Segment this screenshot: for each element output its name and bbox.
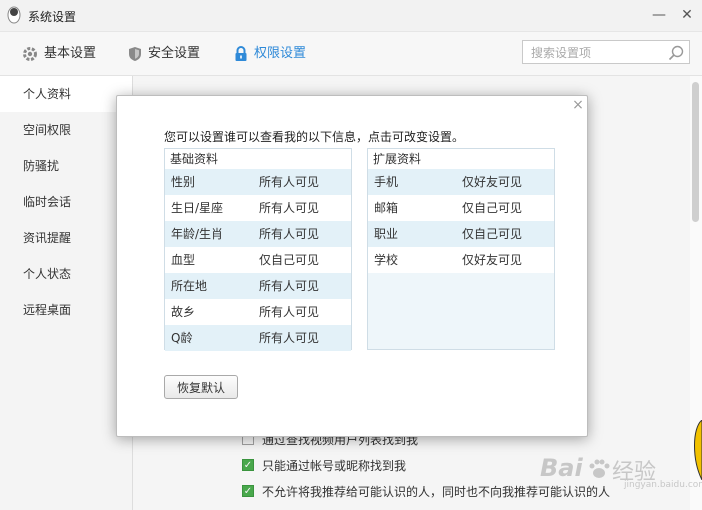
- visibility-row-email[interactable]: 邮箱 仅自己可见: [368, 195, 554, 221]
- visibility-value[interactable]: 仅好友可见: [462, 169, 522, 195]
- dialog-intro-text: 您可以设置谁可以查看我的以下信息，点击可改变设置。: [164, 130, 465, 144]
- field-name: 邮箱: [374, 201, 399, 215]
- visibility-row-occupation[interactable]: 职业 仅自己可见: [368, 221, 554, 247]
- panel-header: 扩展资料: [368, 149, 554, 169]
- field-name: 所在地: [171, 279, 208, 293]
- field-name: 故乡: [171, 305, 196, 319]
- visibility-value[interactable]: 所有人可见: [259, 195, 319, 221]
- gear-icon: [23, 46, 37, 61]
- profile-visibility-dialog: × 您可以设置谁可以查看我的以下信息，点击可改变设置。 基础资料 性别 所有人可…: [116, 95, 588, 437]
- visibility-value[interactable]: 所有人可见: [259, 221, 319, 247]
- visibility-value[interactable]: 所有人可见: [259, 169, 319, 195]
- restore-defaults-button[interactable]: 恢复默认: [164, 375, 238, 399]
- field-name: 年龄/生肖: [171, 227, 224, 241]
- visibility-row-age[interactable]: 年龄/生肖 所有人可见: [165, 221, 351, 247]
- visibility-row-blood-type[interactable]: 血型 仅自己可见: [165, 247, 351, 273]
- window-title: 系统设置: [28, 10, 77, 24]
- sidebar-item-personal-status[interactable]: 个人状态: [0, 256, 132, 292]
- visibility-value[interactable]: 所有人可见: [259, 325, 319, 351]
- scrollbar-thumb[interactable]: [692, 82, 699, 222]
- tab-permission-settings[interactable]: 权限设置: [234, 44, 306, 64]
- minimize-button[interactable]: —: [648, 4, 670, 26]
- sidebar-item-news-alerts[interactable]: 资讯提醒: [0, 220, 132, 256]
- paw-icon: [589, 459, 610, 478]
- extended-info-panel: 扩展资料 手机 仅好友可见 邮箱 仅自己可见 职业 仅自己可见 学校 仅好友可见: [367, 148, 555, 350]
- field-name: 性别: [171, 175, 196, 189]
- lock-icon: [235, 45, 247, 61]
- visibility-value[interactable]: 所有人可见: [259, 299, 319, 325]
- tab-label: 权限设置: [254, 46, 307, 61]
- visibility-row-school[interactable]: 学校 仅好友可见: [368, 247, 554, 273]
- field-name: 血型: [171, 253, 196, 267]
- visibility-row-hometown[interactable]: 故乡 所有人可见: [165, 299, 351, 325]
- visibility-value[interactable]: 所有人可见: [259, 273, 319, 299]
- visibility-row-birthday[interactable]: 生日/星座 所有人可见: [165, 195, 351, 221]
- sidebar-item-remote-desktop[interactable]: 远程桌面: [0, 292, 132, 328]
- visibility-row-gender[interactable]: 性别 所有人可见: [165, 169, 351, 195]
- tab-security-settings[interactable]: 安全设置: [128, 44, 200, 64]
- close-button[interactable]: ✕: [676, 4, 698, 26]
- tab-basic-settings[interactable]: 基本设置: [22, 44, 96, 64]
- sidebar-item-temp-session[interactable]: 临时会话: [0, 184, 132, 220]
- tab-label: 安全设置: [148, 46, 201, 61]
- penguin-icon: [7, 6, 21, 24]
- mascot-icon: [694, 420, 702, 480]
- visibility-value[interactable]: 仅自己可见: [462, 221, 522, 247]
- visibility-row-phone[interactable]: 手机 仅好友可见: [368, 169, 554, 195]
- watermark-brand: Bai: [540, 454, 583, 482]
- field-name: 学校: [374, 253, 399, 267]
- visibility-value[interactable]: 仅自己可见: [462, 195, 522, 221]
- basic-info-panel: 基础资料 性别 所有人可见 生日/星座 所有人可见 年龄/生肖 所有人可见 血型…: [164, 148, 352, 351]
- visibility-row-location[interactable]: 所在地 所有人可见: [165, 273, 351, 299]
- sidebar-item-anti-harassment[interactable]: 防骚扰: [0, 148, 132, 184]
- sidebar-item-profile[interactable]: 个人资料: [0, 76, 132, 112]
- visibility-value[interactable]: 仅好友可见: [462, 247, 522, 273]
- panel-header: 基础资料: [165, 149, 351, 169]
- field-name: 生日/星座: [171, 201, 224, 215]
- tab-label: 基本设置: [44, 46, 97, 61]
- search-box: [522, 40, 690, 64]
- visibility-row-q-age[interactable]: Q龄 所有人可见: [165, 325, 351, 351]
- field-name: Q龄: [171, 331, 193, 345]
- visibility-value[interactable]: 仅自己可见: [259, 247, 319, 273]
- baidu-watermark: Bai 经验 jingyan.baidu.com: [540, 450, 702, 490]
- sidebar-item-space-permission[interactable]: 空间权限: [0, 112, 132, 148]
- field-name: 手机: [374, 175, 399, 189]
- search-icon[interactable]: [668, 45, 684, 61]
- field-name: 职业: [374, 227, 399, 241]
- shield-icon: [129, 46, 141, 61]
- watermark-url: jingyan.baidu.com: [624, 480, 702, 490]
- search-input[interactable]: [529, 42, 668, 64]
- sidebar: 个人资料 空间权限 防骚扰 临时会话 资讯提醒 个人状态 远程桌面: [0, 76, 133, 510]
- title-bar: 系统设置 — ✕: [0, 0, 702, 32]
- dialog-close-button[interactable]: ×: [569, 96, 587, 114]
